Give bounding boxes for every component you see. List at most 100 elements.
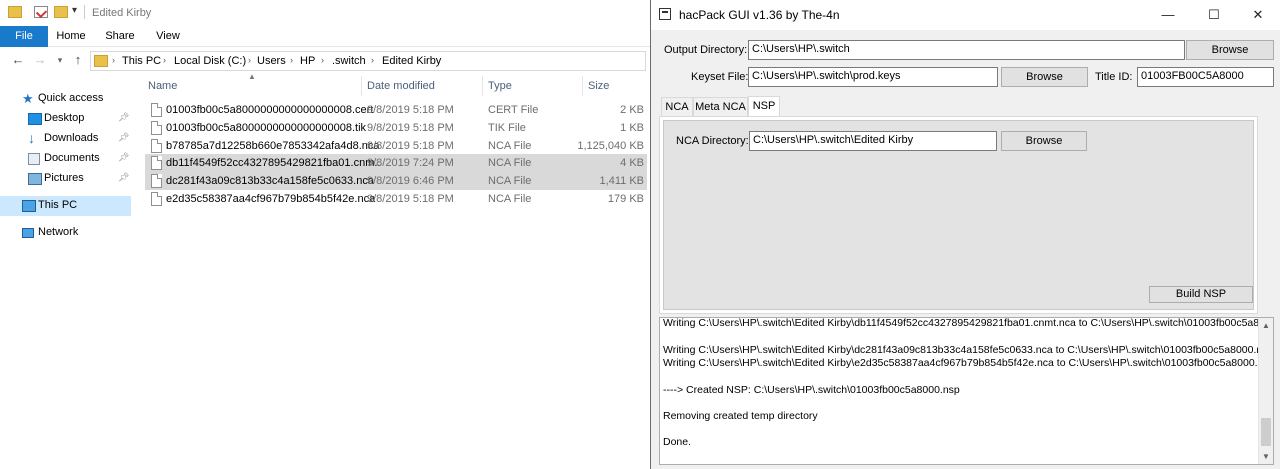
output-directory-field[interactable]: C:\Users\HP\.switch [748,40,1185,60]
file-name: 01003fb00c5a8000000000000000008.tik [166,122,367,134]
breadcrumb-hp[interactable]: HP [300,55,315,67]
scroll-up-icon[interactable]: ▲ [1262,321,1270,330]
file-icon [151,156,162,170]
breadcrumb-switch[interactable]: .switch [332,55,366,67]
tab-file[interactable]: File [0,26,48,47]
file-name: 01003fb00c5a8000000000000000008.cert [166,104,374,116]
scrollbar-thumb[interactable] [1261,418,1271,446]
forward-arrow-icon[interactable]: → [32,52,48,68]
log-scrollbar[interactable]: ▲ ▼ [1258,318,1273,464]
file-date: 9/8/2019 5:18 PM [367,122,454,134]
nsp-panel-body: NCA Directory: C:\Users\HP\.switch\Edite… [663,120,1254,310]
close-button[interactable]: ✕ [1235,0,1280,30]
file-date: 9/8/2019 5:18 PM [367,193,454,205]
sidebar-item-quick-access[interactable]: ★ Quick access [0,89,131,109]
divider [84,5,85,19]
chevron-right-icon[interactable]: › [321,55,324,65]
file-name: db11f4549f52cc4327895429821fba01.cnm... [166,157,381,169]
chevron-down-icon[interactable]: ▾ [72,5,77,16]
output-browse-button[interactable]: Browse [1186,40,1274,60]
pin-icon[interactable]: 📌︎ [118,132,129,143]
sidebar-item-label: Downloads [44,132,99,144]
table-row[interactable]: 01003fb00c5a8000000000000000008.cert 9/8… [145,101,647,119]
window-title: hacPack GUI v1.36 by The-4n [679,8,840,22]
nca-directory-field[interactable]: C:\Users\HP\.switch\Edited Kirby [749,131,997,151]
breadcrumb-local-disk[interactable]: Local Disk (C:) [174,55,246,67]
chevron-right-icon[interactable]: › [112,55,115,65]
file-date: 9/8/2019 5:18 PM [367,140,454,152]
keyset-browse-button[interactable]: Browse [1001,67,1088,87]
file-name: e2d35c58387aa4cf967b79b854b5f42e.nca [166,193,376,205]
column-header-type[interactable]: Type [488,80,512,92]
build-nsp-button[interactable]: Build NSP [1149,286,1253,303]
new-folder-icon[interactable] [54,6,68,18]
table-row[interactable]: db11f4549f52cc4327895429821fba01.cnm... … [145,154,647,172]
table-row[interactable]: b78785a7d12258b660e7853342afa4d8.nca 9/8… [145,137,647,155]
tab-nsp[interactable]: NSP [748,96,780,117]
tab-share[interactable]: Share [94,26,146,47]
up-arrow-icon[interactable]: ↑ [70,52,86,68]
file-size: 1 KB [620,122,644,134]
column-header-date[interactable]: Date modified [367,80,435,92]
keyset-file-field[interactable]: C:\Users\HP\.switch\prod.keys [748,67,998,87]
chevron-right-icon[interactable]: › [371,55,374,65]
output-directory-label: Output Directory: [664,44,748,56]
scroll-down-icon[interactable]: ▼ [1262,452,1270,461]
sidebar-item-label: Pictures [44,172,84,184]
chevron-down-icon[interactable]: ▾ [52,52,68,68]
hacpack-titlebar: hacPack GUI v1.36 by The-4n — ☐ ✕ [651,0,1280,30]
pictures-icon [28,173,42,185]
table-row[interactable]: e2d35c58387aa4cf967b79b854b5f42e.nca 9/8… [145,190,647,208]
nca-browse-button[interactable]: Browse [1001,131,1087,151]
tab-meta-nca[interactable]: Meta NCA [693,97,748,117]
sort-ascending-icon: ▲ [248,72,256,81]
computer-icon [22,200,36,212]
sidebar-item-documents[interactable]: Documents 📌︎ [0,149,131,169]
tab-view[interactable]: View [146,26,190,47]
file-type: TIK File [488,122,526,134]
navigation-pane: ★ Quick access Desktop 📌︎ ↓ Downloads 📌︎… [0,80,131,469]
breadcrumb-edited-kirby[interactable]: Edited Kirby [382,55,441,67]
sidebar-item-this-pc[interactable]: This PC [0,196,131,216]
keyset-file-label: Keyset File: [691,71,749,83]
folder-icon [94,55,108,67]
column-header-name[interactable]: Name [148,80,177,92]
column-divider[interactable] [482,76,483,96]
sidebar-item-pictures[interactable]: Pictures 📌︎ [0,169,131,189]
properties-icon[interactable] [34,6,48,18]
chevron-right-icon[interactable]: › [163,55,166,65]
chevron-right-icon[interactable]: › [290,55,293,65]
log-line: Writing C:\Users\HP\.switch\Edited Kirby… [663,317,1274,329]
column-header-size[interactable]: Size [588,80,609,92]
column-divider[interactable] [582,76,583,96]
address-bar[interactable]: › This PC › Local Disk (C:) › Users › HP… [90,51,646,71]
file-type: NCA File [488,140,532,152]
breadcrumb-users[interactable]: Users [257,55,286,67]
hacpack-window: hacPack GUI v1.36 by The-4n — ☐ ✕ Output… [650,0,1280,469]
log-output[interactable]: Writing C:\Users\HP\.switch\Edited Kirby… [659,317,1274,465]
sidebar-item-network[interactable]: Network [0,223,131,243]
pin-icon[interactable]: 📌︎ [118,152,129,163]
file-size: 4 KB [620,157,644,169]
file-date: 9/8/2019 5:18 PM [367,104,454,116]
pin-icon[interactable]: 📌︎ [118,112,129,123]
chevron-right-icon[interactable]: › [248,55,251,65]
table-row[interactable]: dc281f43a09c813b33c4a158fe5c0633.nca 9/8… [145,172,647,190]
breadcrumb-this-pc[interactable]: This PC [122,55,161,67]
tab-nca[interactable]: NCA [661,97,693,117]
file-size: 179 KB [607,193,644,205]
column-divider[interactable] [361,76,362,96]
sidebar-item-downloads[interactable]: ↓ Downloads 📌︎ [0,129,131,149]
minimize-button[interactable]: — [1145,0,1191,30]
table-row[interactable]: 01003fb00c5a8000000000000000008.tik 9/8/… [145,119,647,137]
maximize-button[interactable]: ☐ [1191,0,1237,30]
tab-home[interactable]: Home [48,26,94,47]
sidebar-item-desktop[interactable]: Desktop 📌︎ [0,109,131,129]
file-size: 2 KB [620,104,644,116]
pin-icon[interactable]: 📌︎ [118,172,129,183]
title-id-field[interactable]: 01003FB00C5A8000 [1137,67,1274,87]
nsp-tab-panel: NCA Directory: C:\Users\HP\.switch\Edite… [659,116,1258,314]
file-icon [151,174,162,188]
folder-icon[interactable] [8,6,22,18]
back-arrow-icon[interactable]: ← [10,52,26,68]
